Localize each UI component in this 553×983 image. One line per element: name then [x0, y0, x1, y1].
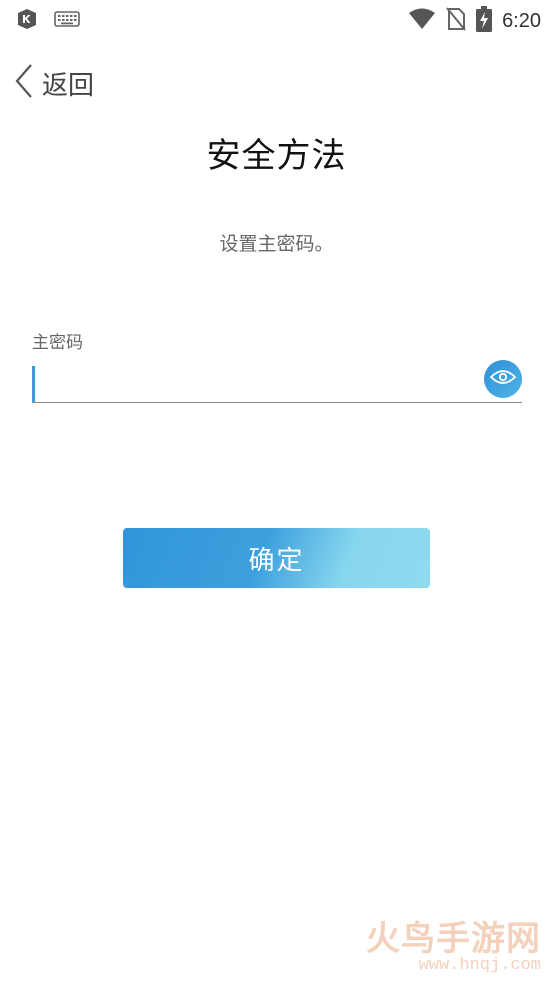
- password-field-label: 主密码: [32, 333, 83, 353]
- watermark: 火鸟手游网 www.hnqj.com: [366, 911, 541, 975]
- confirm-button[interactable]: 确定: [123, 528, 430, 588]
- back-button[interactable]: 返回: [14, 64, 94, 102]
- password-field[interactable]: [32, 360, 522, 403]
- status-bar-left: [14, 6, 80, 36]
- chevron-left-icon: [14, 63, 34, 103]
- watermark-url: www.hnqj.com: [418, 956, 541, 975]
- no-sim-icon: [446, 7, 466, 35]
- watermark-logo: 火鸟手游网: [366, 919, 541, 959]
- toggle-visibility-button[interactable]: [484, 360, 522, 398]
- wifi-icon: [408, 8, 436, 34]
- keyboard-icon: [54, 10, 80, 32]
- page-subtitle: 设置主密码。: [219, 233, 334, 255]
- status-bar-right: 6:20: [408, 6, 541, 36]
- page-title: 安全方法: [206, 136, 347, 176]
- password-input[interactable]: [36, 362, 484, 400]
- back-label: 返回: [42, 70, 95, 101]
- status-bar: 6:20: [0, 0, 553, 38]
- status-time: 6:20: [502, 9, 541, 32]
- eye-icon: [489, 369, 517, 389]
- battery-charging-icon: [476, 6, 493, 36]
- app-notification-icon: [14, 6, 40, 36]
- text-caret: [32, 366, 35, 402]
